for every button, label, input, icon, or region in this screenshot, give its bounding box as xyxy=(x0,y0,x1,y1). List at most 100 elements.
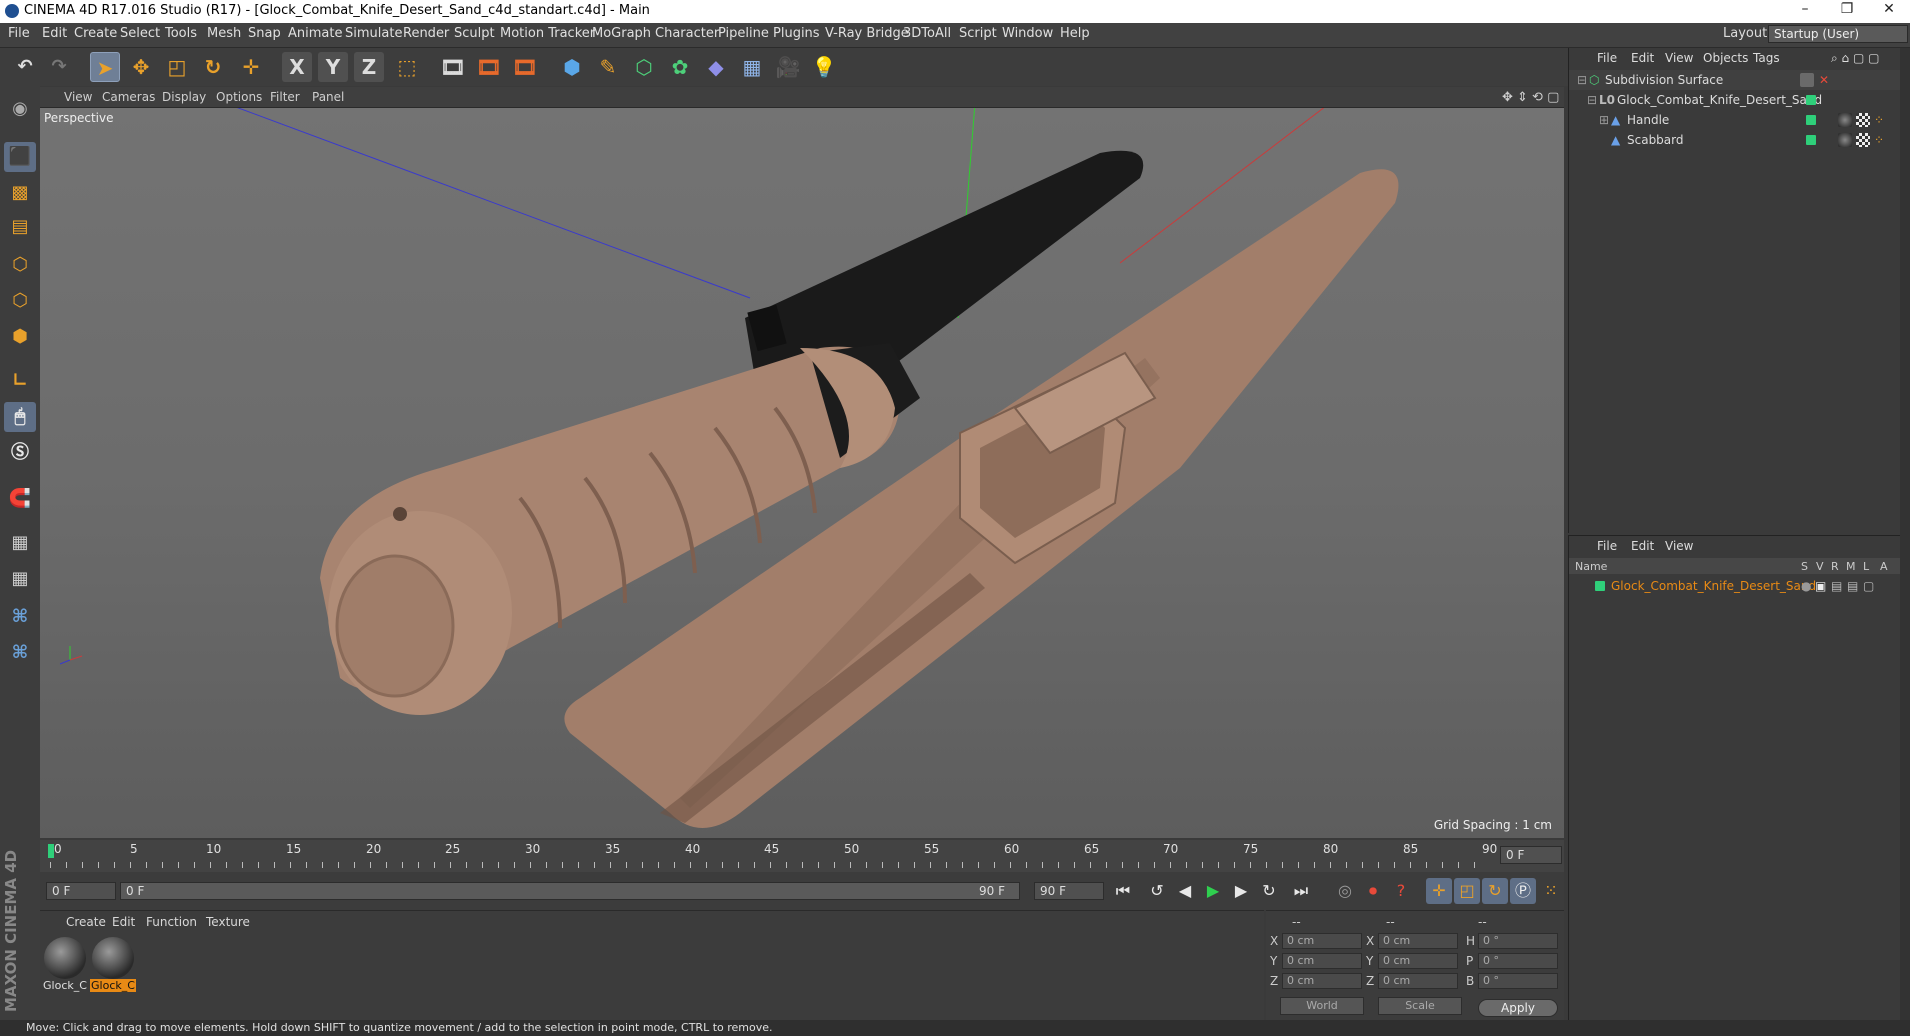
uvw-tag-icon[interactable] xyxy=(1856,133,1870,147)
render-view-icon[interactable]: 🎞 xyxy=(438,52,468,82)
go-to-end-icon[interactable]: ⏭ xyxy=(1288,878,1314,904)
go-to-start-icon[interactable]: ⏮ xyxy=(1110,878,1136,904)
previous-frame-icon[interactable]: ◀ xyxy=(1172,878,1198,904)
layer-menu-edit[interactable]: Edit xyxy=(1631,539,1654,553)
menu-mesh[interactable]: Mesh xyxy=(207,26,241,41)
object-row-scabbard[interactable]: ▲ Scabbard ⁘ xyxy=(1569,130,1910,150)
make-editable-icon[interactable]: ◉ xyxy=(4,94,36,124)
key-scale-icon[interactable]: ◰ xyxy=(1454,878,1480,904)
green-status-dot[interactable] xyxy=(1806,115,1816,125)
position-y-field[interactable]: 0 cm xyxy=(1282,953,1362,969)
axis-mode-icon[interactable]: ∟ xyxy=(4,366,36,396)
menu-tools[interactable]: Tools xyxy=(165,26,197,41)
material-swatch-selected[interactable]: Glock_C xyxy=(90,937,136,997)
size-x-field[interactable]: 0 cm xyxy=(1378,933,1458,949)
menu-file[interactable]: File xyxy=(8,26,30,41)
minimize-button[interactable]: – xyxy=(1785,1,1825,21)
deformer-icon[interactable]: ◆ xyxy=(701,52,731,82)
texture-mode-icon[interactable]: ▩ xyxy=(4,178,36,208)
select-pointer-icon[interactable]: ➤ xyxy=(90,52,120,82)
solo-mode-icon[interactable]: Ⓢ xyxy=(4,438,36,468)
camera-icon[interactable]: 🎥 xyxy=(773,52,803,82)
menu-mograph[interactable]: MoGraph xyxy=(592,26,651,41)
tree-expand-icon[interactable]: ⊟ xyxy=(1577,73,1587,87)
layer-lock-icon[interactable]: ▢ xyxy=(1863,579,1874,593)
menu-animate[interactable]: Animate xyxy=(288,26,342,41)
cloner-icon[interactable]: ✿ xyxy=(665,52,695,82)
position-x-field[interactable]: 0 cm xyxy=(1282,933,1362,949)
key-pla-icon[interactable]: ⁙ xyxy=(1538,878,1564,904)
start-frame-field[interactable]: 0 F xyxy=(46,882,116,900)
planar-workplane-icon[interactable]: ▦ xyxy=(4,564,36,594)
rotation-b-field[interactable]: 0 ° xyxy=(1478,973,1558,989)
polygons-mode-icon[interactable]: ⬢ xyxy=(4,322,36,352)
coordinate-system-icon[interactable]: ⬚ xyxy=(392,52,422,82)
tweak-mode-icon[interactable]: 🖱 xyxy=(4,402,36,432)
viewport-menu-options[interactable]: Options xyxy=(216,90,262,104)
edges-mode-icon[interactable]: ⬡ xyxy=(4,286,36,316)
viewport-menu-panel[interactable]: Panel xyxy=(312,90,344,104)
layer-view-icon[interactable]: ▣ xyxy=(1815,579,1826,593)
menu-window[interactable]: Window xyxy=(1002,26,1053,41)
render-picture-viewer-icon[interactable]: 🎞 xyxy=(474,52,504,82)
menu-character[interactable]: Character xyxy=(655,26,719,41)
restore-button[interactable]: ❐ xyxy=(1827,1,1867,21)
object-row-subdivision-surface[interactable]: ⊟ ⬡ Subdivision Surface ✕ xyxy=(1569,70,1910,90)
pen-spline-icon[interactable]: ✎ xyxy=(593,52,623,82)
rotation-p-field[interactable]: 0 ° xyxy=(1478,953,1558,969)
viewport-menu-display[interactable]: Display xyxy=(162,90,206,104)
object-menu-edit[interactable]: Edit xyxy=(1631,51,1654,65)
key-position-icon[interactable]: ✛ xyxy=(1426,878,1452,904)
material-menu-edit[interactable]: Edit xyxy=(112,915,135,929)
menu-pipeline[interactable]: Pipeline xyxy=(718,26,769,41)
object-menu-view[interactable]: View xyxy=(1665,51,1693,65)
motion-recording-icon[interactable]: ◎ xyxy=(1332,878,1358,904)
menu-select[interactable]: Select xyxy=(120,26,160,41)
play-icon[interactable]: ▶ xyxy=(1200,878,1226,904)
light-icon[interactable]: 💡 xyxy=(809,52,839,82)
python-script-2-icon[interactable]: ⌘ xyxy=(4,638,36,668)
menu-motion-tracker[interactable]: Motion Tracker xyxy=(500,26,595,41)
layer-color-swatch[interactable] xyxy=(1595,581,1605,591)
menu-3dtoall[interactable]: 3DToAll xyxy=(903,26,951,41)
autokey-icon[interactable]: ? xyxy=(1388,878,1414,904)
object-menu-tags[interactable]: Tags xyxy=(1753,51,1780,65)
record-keyframe-icon[interactable]: ⏺ xyxy=(1360,878,1386,904)
python-script-icon[interactable]: ⌘ xyxy=(4,602,36,632)
menu-script[interactable]: Script xyxy=(959,26,997,41)
viewport-menu-view[interactable]: View xyxy=(64,90,92,104)
next-frame-icon[interactable]: ▶ xyxy=(1228,878,1254,904)
layer-manager-icon[interactable]: ▤ xyxy=(1847,579,1858,593)
frame-range-slider[interactable]: 0 F 90 F xyxy=(120,882,1020,900)
x-axis-lock-button[interactable]: X xyxy=(282,52,312,82)
floor-scene-icon[interactable]: ▦ xyxy=(737,52,767,82)
right-tab-strip[interactable] xyxy=(1900,48,1910,1020)
end-frame-field[interactable]: 90 F xyxy=(1034,882,1104,900)
object-row-handle[interactable]: ⊞ ▲ Handle ⁘ xyxy=(1569,110,1910,130)
model-mode-icon[interactable]: ⬛ xyxy=(4,142,36,172)
points-mode-icon[interactable]: ⬡ xyxy=(4,250,36,280)
material-menu-function[interactable]: Function xyxy=(146,915,197,929)
current-frame-field[interactable]: 0 F xyxy=(1500,846,1562,864)
tree-expand-icon[interactable]: ⊟ xyxy=(1587,93,1597,107)
phong-tag-icon[interactable]: ⁘ xyxy=(1874,113,1884,127)
cube-primitive-icon[interactable]: ⬢ xyxy=(557,52,587,82)
workplane-icon[interactable]: ▤ xyxy=(4,212,36,242)
layer-menu-view[interactable]: View xyxy=(1665,539,1693,553)
disable-x-icon[interactable]: ✕ xyxy=(1819,73,1829,87)
menu-render[interactable]: Render xyxy=(403,26,449,41)
viewport-menu-cameras[interactable]: Cameras xyxy=(102,90,155,104)
menu-sculpt[interactable]: Sculpt xyxy=(454,26,495,41)
green-status-dot[interactable] xyxy=(1806,135,1816,145)
key-parameter-icon[interactable]: Ⓟ xyxy=(1510,878,1536,904)
material-menu-create[interactable]: Create xyxy=(66,915,106,929)
size-z-field[interactable]: 0 cm xyxy=(1378,973,1458,989)
menu-edit[interactable]: Edit xyxy=(42,26,67,41)
menu-simulate[interactable]: Simulate xyxy=(345,26,402,41)
tree-expand-icon[interactable]: ⊞ xyxy=(1599,113,1609,127)
layer-solo-icon[interactable]: ● xyxy=(1801,579,1811,593)
object-panel-nav-icons[interactable]: ⌕ ⌂ ▢ ▢ xyxy=(1831,51,1879,66)
y-axis-lock-button[interactable]: Y xyxy=(318,52,348,82)
coordinate-space-select[interactable]: World xyxy=(1280,997,1364,1015)
subdivision-surface-icon[interactable]: ⬡ xyxy=(629,52,659,82)
